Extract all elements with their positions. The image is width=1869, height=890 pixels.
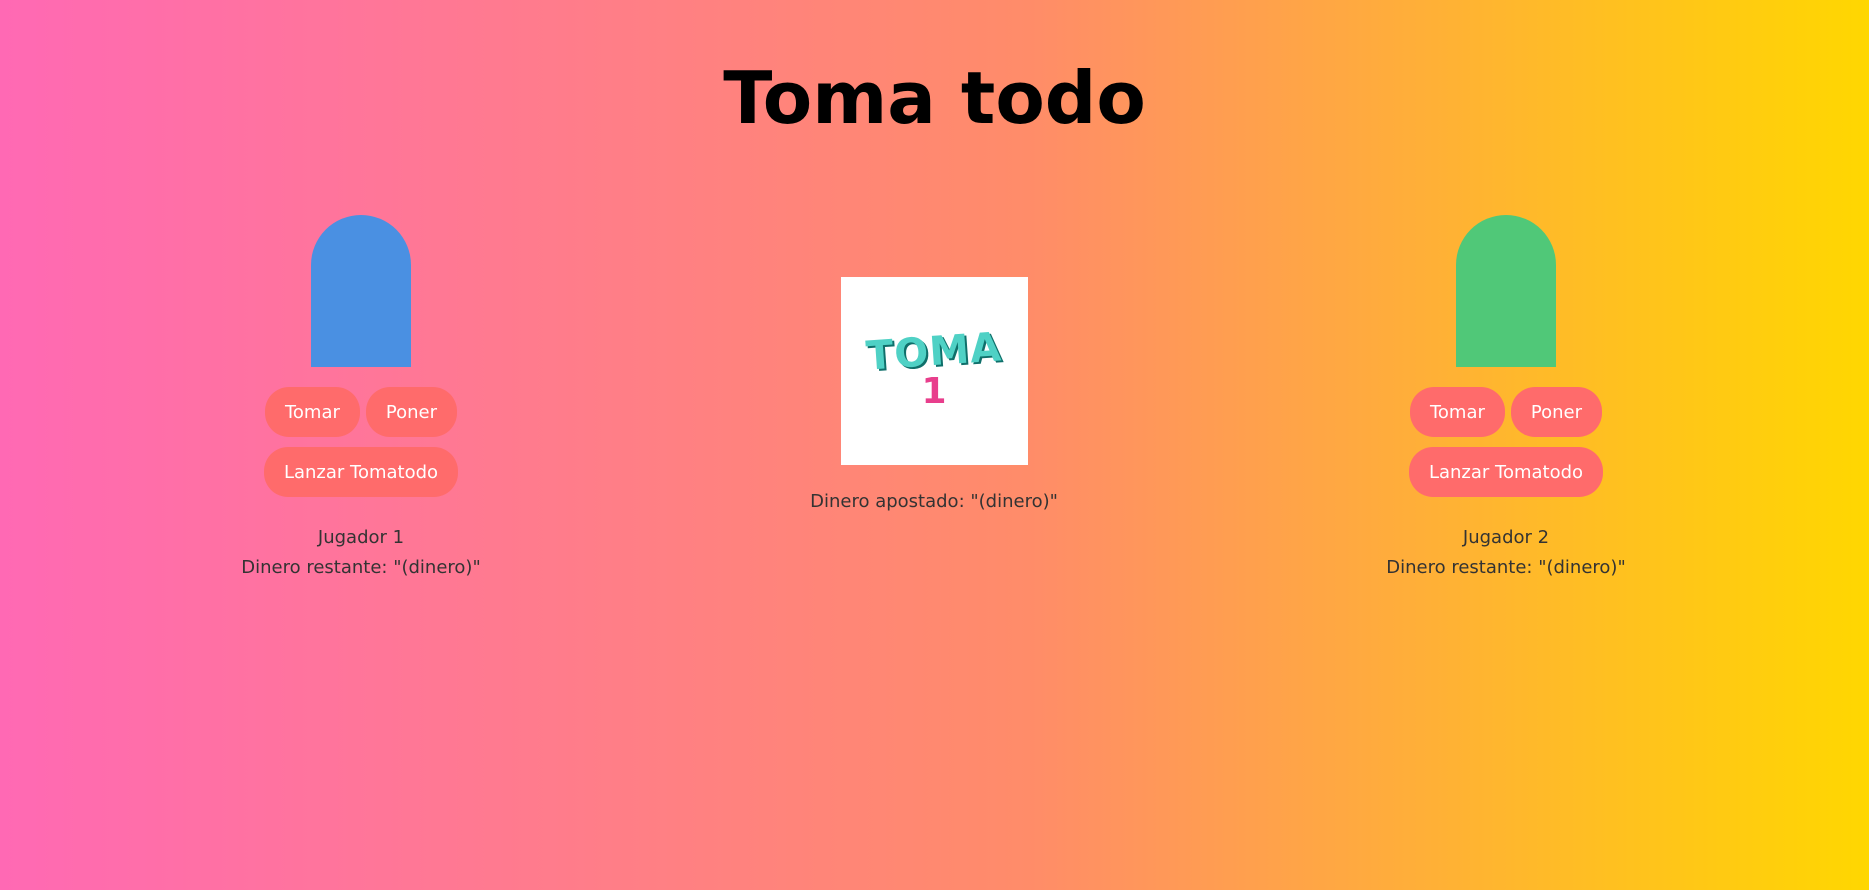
toma-logo: TOMA 1 [840,277,1028,465]
player-2-launch-row: Lanzar Tomatodo [1376,447,1636,497]
player-2-launch-button[interactable]: Lanzar Tomatodo [1408,447,1604,497]
player-1-money: Dinero restante: "(dinero)" [241,557,481,578]
logo-number: 1 [921,371,947,412]
player-2-action-row: Tomar Poner [1376,387,1636,437]
player-2-panel: Tomar Poner Lanzar Tomatodo Jugador 2 Di… [1376,215,1636,583]
page-title: Toma todo [723,56,1146,140]
player-2-money: Dinero restante: "(dinero)" [1386,557,1626,578]
center-panel: TOMA 1 Dinero apostado: "(dinero)" [734,277,1134,517]
player-2-take-button[interactable]: Tomar [1409,387,1505,437]
player-2-avatar [1456,215,1556,367]
player-1-avatar [311,215,411,367]
player-1-take-button[interactable]: Tomar [264,387,360,437]
player-1-panel: Tomar Poner Lanzar Tomatodo Jugador 1 Di… [231,215,491,583]
player-2-name: Jugador 2 [1462,527,1550,548]
logo-word: TOMA [864,324,1004,380]
player-1-action-row: Tomar Poner [231,387,491,437]
player-1-launch-row: Lanzar Tomatodo [231,447,491,497]
bet-amount: Dinero apostado: "(dinero)" [810,491,1058,512]
player-1-launch-button[interactable]: Lanzar Tomatodo [263,447,459,497]
player-1-name: Jugador 1 [317,527,405,548]
player-1-put-button[interactable]: Poner [365,387,458,437]
player-2-put-button[interactable]: Poner [1510,387,1603,437]
